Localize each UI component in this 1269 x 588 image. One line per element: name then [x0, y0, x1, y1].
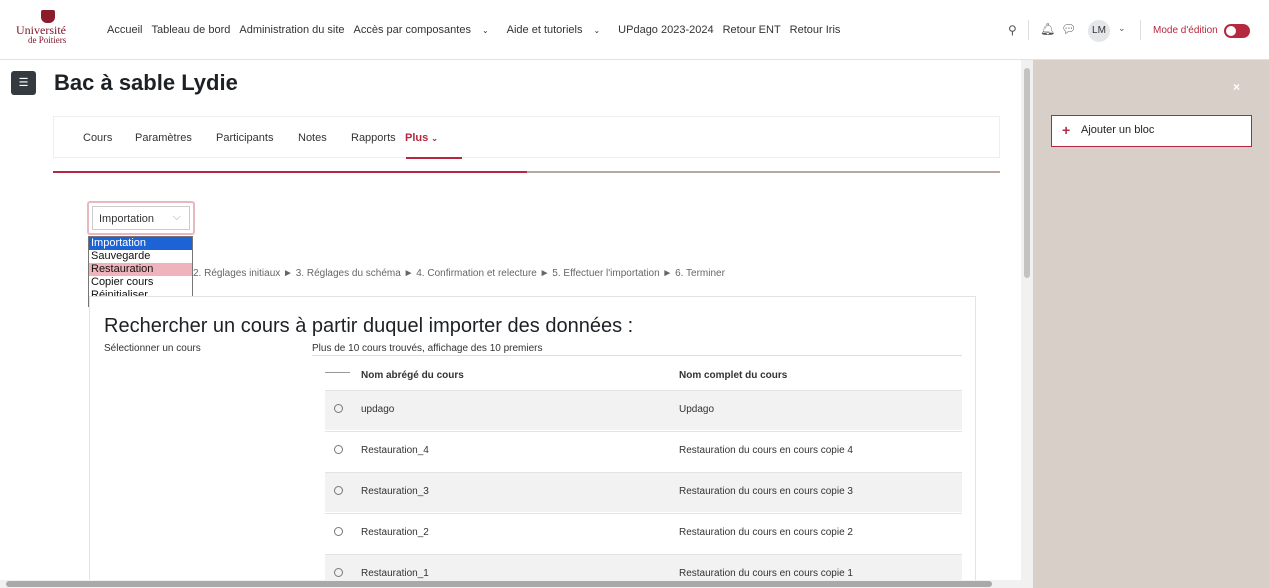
course-short-name: Restauration_3: [361, 486, 429, 497]
chevron-down-icon[interactable]: ⌄: [1118, 23, 1126, 34]
table-row[interactable]: Restauration_4 Restauration du cours en …: [325, 431, 962, 471]
search-icon[interactable]: ⚲: [1008, 23, 1017, 37]
bell-icon[interactable]: 🔔︎: [1040, 22, 1055, 36]
select-course-label: Sélectionner un cours: [104, 343, 201, 354]
nav-link-acces-composantes[interactable]: Accès par composantes ⌄: [354, 24, 498, 36]
search-title: Rechercher un cours à partir duquel impo…: [104, 315, 634, 337]
course-index-toggle[interactable]: ☰: [11, 71, 36, 95]
progress-divider-active: [53, 171, 527, 173]
course-full-name: Restauration du cours en cours copie 1: [679, 568, 853, 579]
course-secondary-nav: Cours Paramètres Participants Notes Rapp…: [53, 116, 1000, 159]
vertical-scrollbar[interactable]: [1021, 60, 1033, 588]
navbar-divider: [1028, 20, 1029, 40]
results-count: Plus de 10 cours trouvés, affichage des …: [312, 343, 543, 354]
option-sauvegarde[interactable]: Sauvegarde: [89, 250, 192, 263]
progress-divider: [527, 171, 1000, 173]
top-navbar: Université de Poitiers Accueil Tableau d…: [0, 0, 1269, 60]
course-full-name: Restauration du cours en cours copie 2: [679, 527, 853, 538]
option-restauration[interactable]: Restauration: [89, 263, 192, 276]
scrollbar-thumb[interactable]: [6, 581, 992, 587]
table-row[interactable]: Restauration_2 Restauration du cours en …: [325, 513, 962, 553]
column-header-full-name: Nom complet du cours: [679, 370, 788, 381]
nav-link-updago[interactable]: UPdago 2023-2024: [618, 24, 713, 36]
tab-notes[interactable]: Notes: [298, 132, 327, 144]
nav-link-administration[interactable]: Administration du site: [239, 24, 344, 36]
close-icon[interactable]: ×: [1233, 80, 1240, 94]
course-radio[interactable]: [334, 486, 343, 495]
tab-cours[interactable]: Cours: [83, 132, 112, 144]
chat-icon[interactable]: 💬︎: [1061, 22, 1076, 36]
table-row[interactable]: updago Updago: [325, 390, 962, 430]
active-tab-indicator: [406, 157, 462, 159]
nav-link-aide-tutoriels[interactable]: Aide et tutoriels ⌄: [507, 24, 610, 36]
select-value: Importation: [99, 213, 155, 225]
import-steps: 2. Réglages initiaux ► 3. Réglages du sc…: [193, 268, 725, 279]
table-row[interactable]: Restauration_1 Restauration du cours en …: [325, 554, 962, 580]
tab-participants[interactable]: Participants: [216, 132, 273, 144]
list-icon: ☰: [18, 77, 29, 89]
course-radio[interactable]: [334, 568, 343, 577]
nav-link-retour-ent[interactable]: Retour ENT: [723, 24, 781, 36]
add-block-label: Ajouter un bloc: [1081, 124, 1155, 136]
user-avatar[interactable]: LM: [1088, 20, 1110, 42]
university-logo[interactable]: Université de Poitiers: [14, 10, 84, 50]
add-block-button[interactable]: + Ajouter un bloc: [1051, 115, 1252, 147]
import-action-select[interactable]: Importation ⌵: [87, 201, 195, 235]
edit-mode-toggle[interactable]: [1224, 24, 1250, 38]
course-short-name: Restauration_1: [361, 568, 429, 579]
column-header-short-name: Nom abrégé du cours: [361, 370, 464, 381]
nav-link-accueil[interactable]: Accueil: [107, 24, 142, 36]
primary-navigation: Accueil Tableau de bord Administration d…: [107, 24, 849, 36]
course-full-name: Updago: [679, 404, 715, 415]
course-full-name: Restauration du cours en cours copie 3: [679, 486, 853, 497]
divider: [312, 355, 962, 356]
tab-rapports[interactable]: Rapports: [351, 132, 396, 144]
header-divider: [325, 372, 350, 373]
chevron-down-icon: ⌵: [172, 211, 181, 223]
logo-line-2: de Poitiers: [28, 35, 67, 45]
course-radio[interactable]: [334, 404, 343, 413]
edit-mode-label: Mode d'édition: [1153, 25, 1218, 36]
course-short-name: Restauration_2: [361, 527, 429, 538]
course-radio[interactable]: [334, 527, 343, 536]
course-full-name: Restauration du cours en cours copie 4: [679, 445, 853, 456]
chevron-down-icon: ⌄: [481, 26, 489, 35]
plus-icon: +: [1062, 122, 1071, 138]
crest-icon: [41, 10, 55, 23]
option-importation[interactable]: Importation: [89, 237, 192, 250]
nav-link-retour-iris[interactable]: Retour Iris: [790, 24, 841, 36]
tab-plus[interactable]: Plus ⌄: [405, 132, 438, 144]
course-radio[interactable]: [334, 445, 343, 454]
course-short-name: updago: [361, 404, 395, 415]
nav-link-tableau-de-bord[interactable]: Tableau de bord: [151, 24, 230, 36]
table-row[interactable]: Restauration_3 Restauration du cours en …: [325, 472, 962, 512]
scrollbar-thumb[interactable]: [1024, 68, 1030, 278]
navbar-divider: [1140, 20, 1141, 40]
horizontal-scrollbar[interactable]: [0, 580, 1021, 588]
course-short-name: Restauration_4: [361, 445, 429, 456]
chevron-down-icon: ⌄: [431, 134, 438, 143]
option-copier-cours[interactable]: Copier cours: [89, 276, 192, 289]
chevron-down-icon: ⌄: [593, 26, 601, 35]
page-title: Bac à sable Lydie: [54, 70, 238, 95]
tab-parametres[interactable]: Paramètres: [135, 132, 192, 144]
